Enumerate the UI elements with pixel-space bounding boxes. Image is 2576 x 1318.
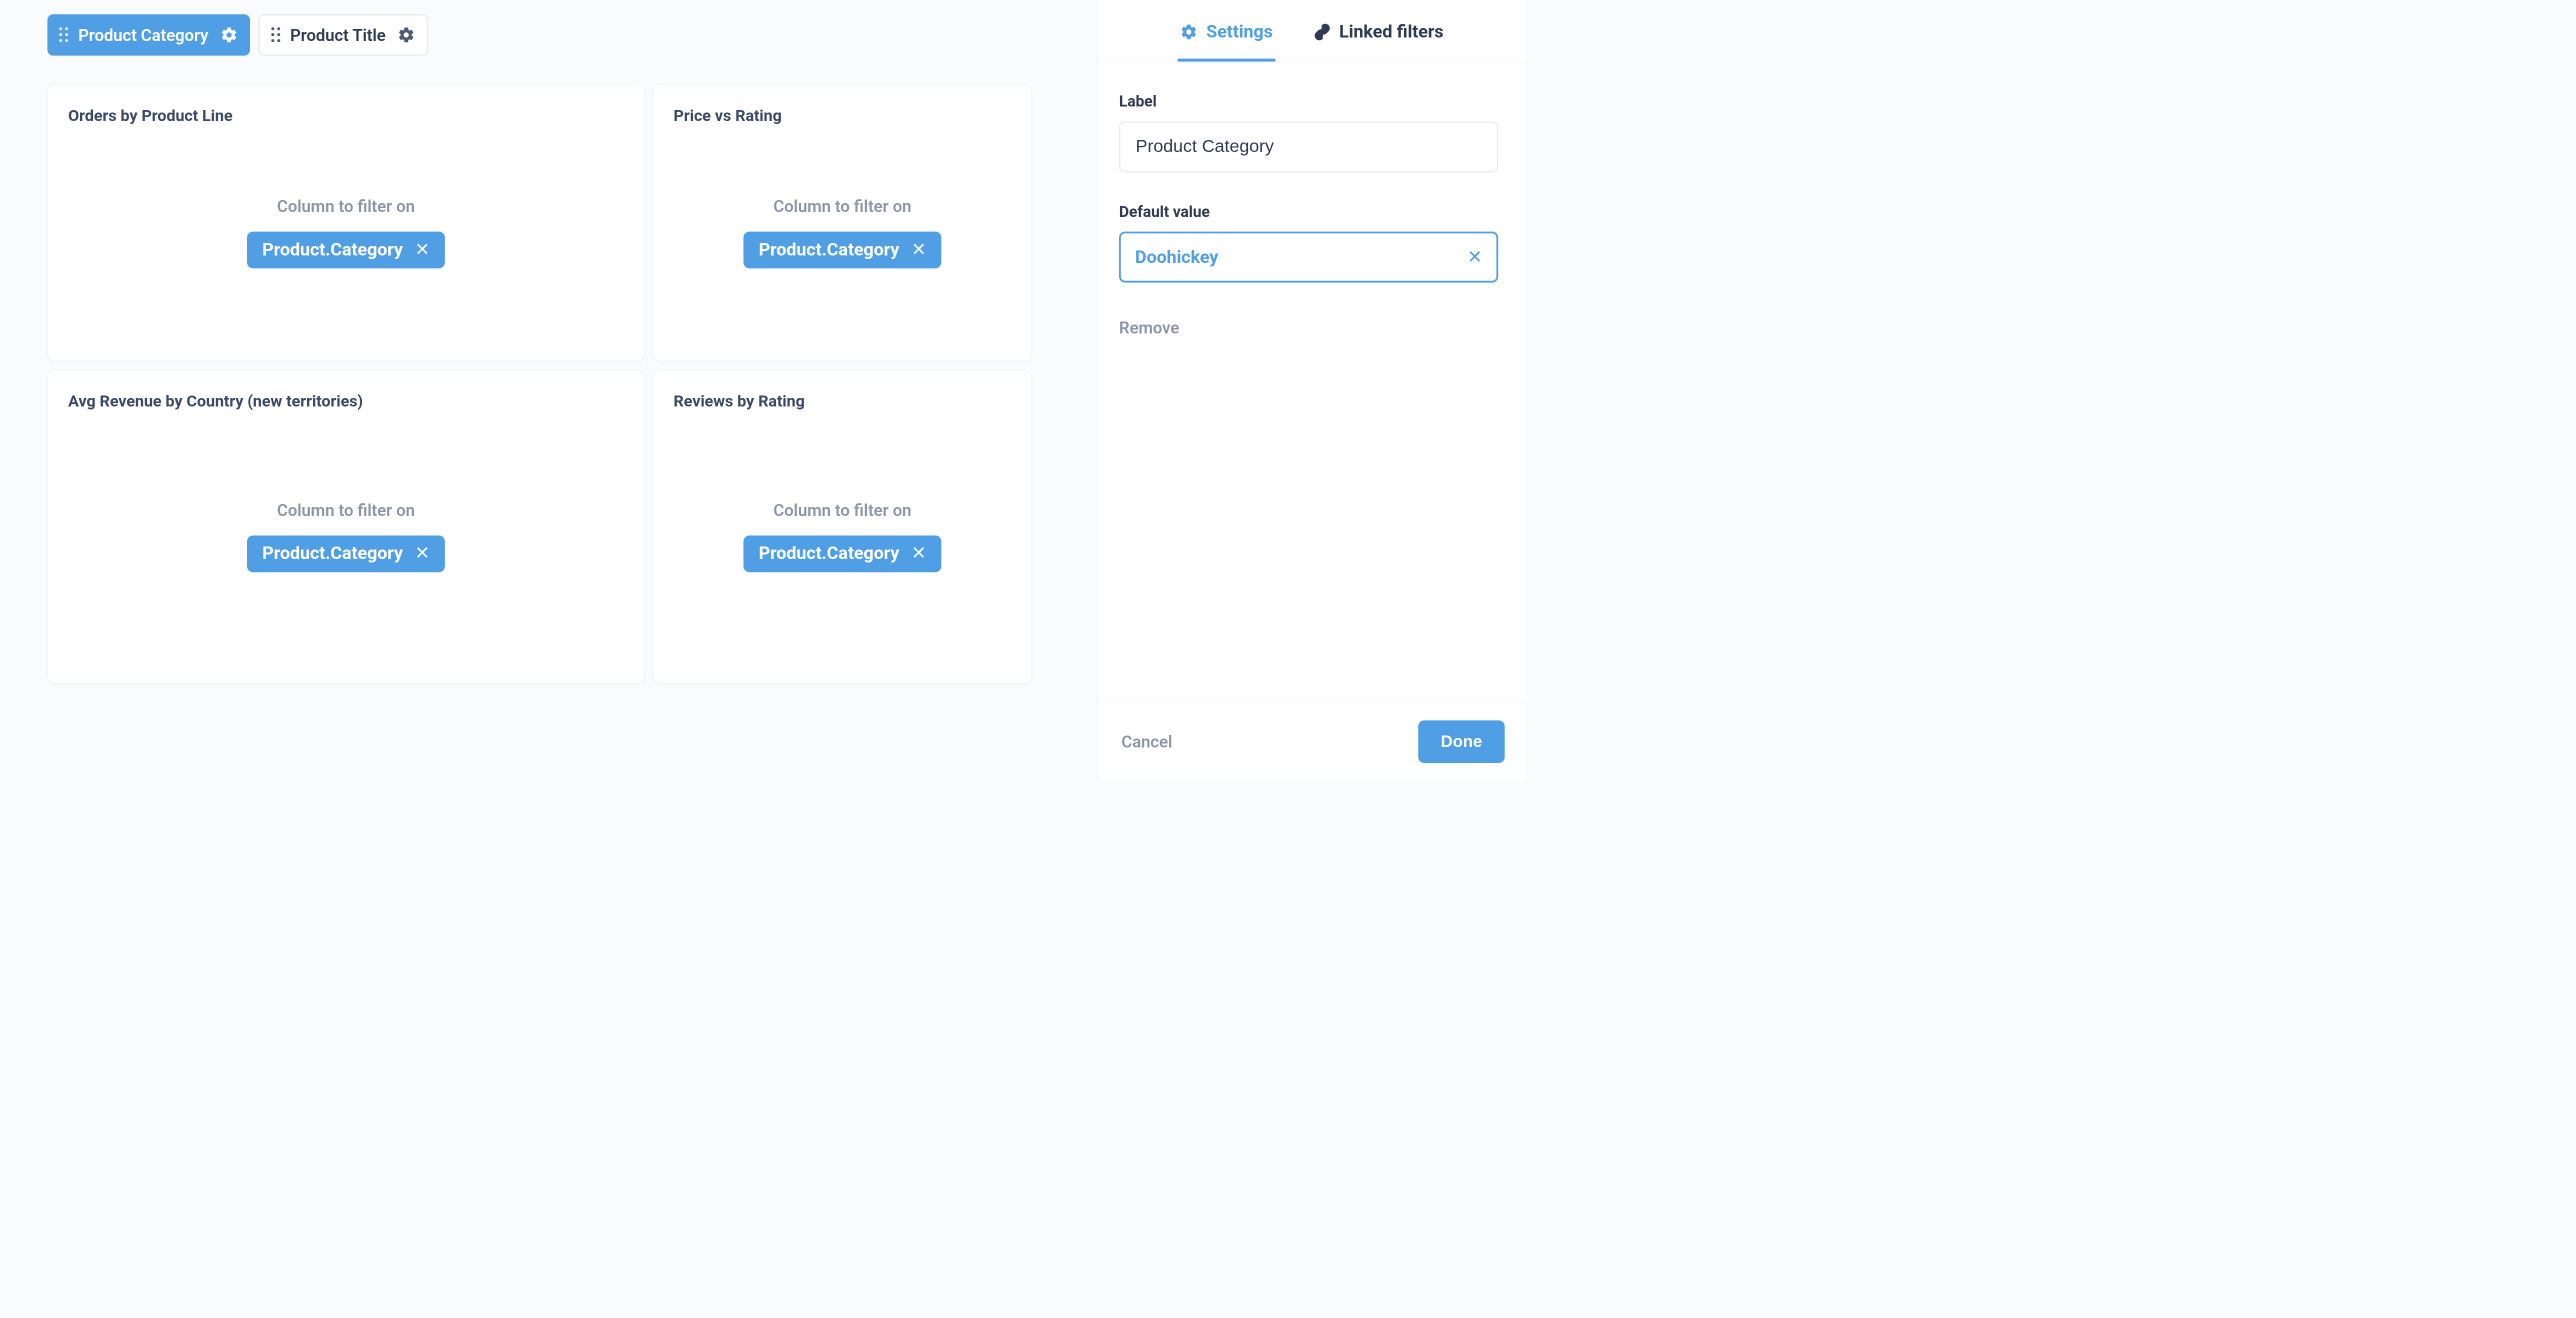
label-field-label: Label bbox=[1119, 93, 1505, 111]
side-panel: Settings Linked filters Label Default va… bbox=[1097, 0, 1526, 781]
filter-column-pill[interactable]: Product.Category ✕ bbox=[743, 535, 941, 572]
default-value-label: Default value bbox=[1119, 203, 1505, 221]
pill-text: Product.Category bbox=[759, 543, 900, 564]
gear-icon bbox=[1180, 23, 1198, 41]
link-icon bbox=[1313, 23, 1331, 41]
pill-text: Product.Category bbox=[759, 239, 900, 260]
remove-button[interactable]: Remove bbox=[1119, 318, 1179, 338]
pill-text: Product.Category bbox=[262, 543, 403, 564]
default-value-token: Doohickey bbox=[1135, 247, 1218, 268]
column-filter-label: Column to filter on bbox=[277, 196, 415, 216]
close-icon[interactable]: ✕ bbox=[911, 545, 926, 563]
pill-text: Product.Category bbox=[262, 239, 403, 260]
card-title: Avg Revenue by Country (new territories) bbox=[68, 392, 624, 411]
card-price-vs-rating: Price vs Rating Column to filter on Prod… bbox=[653, 84, 1032, 361]
card-reviews-by-rating: Reviews by Rating Column to filter on Pr… bbox=[653, 370, 1032, 684]
filter-chip-label: Product Category bbox=[78, 25, 208, 45]
cancel-button[interactable]: Cancel bbox=[1121, 732, 1172, 752]
tab-label: Settings bbox=[1206, 21, 1273, 42]
card-avg-revenue-by-country: Avg Revenue by Country (new territories)… bbox=[47, 370, 644, 684]
close-icon[interactable]: ✕ bbox=[415, 545, 430, 563]
tab-label: Linked filters bbox=[1339, 21, 1443, 42]
filter-column-pill[interactable]: Product.Category ✕ bbox=[743, 231, 941, 268]
panel-footer: Cancel Done bbox=[1098, 702, 1526, 781]
default-value-input[interactable]: Doohickey ✕ bbox=[1119, 232, 1498, 283]
filter-chip-product-title[interactable]: Product Title bbox=[258, 14, 428, 55]
drag-handle-icon[interactable] bbox=[59, 27, 70, 42]
gear-icon[interactable] bbox=[220, 26, 238, 44]
filter-column-pill[interactable]: Product.Category ✕ bbox=[247, 535, 445, 572]
main-area: Product Category Product Title Orders by… bbox=[0, 0, 1097, 781]
panel-body: Label Default value Doohickey ✕ Remove bbox=[1098, 62, 1526, 702]
close-icon[interactable]: ✕ bbox=[1467, 247, 1482, 268]
filter-chip-label: Product Title bbox=[290, 25, 386, 45]
tab-settings[interactable]: Settings bbox=[1178, 9, 1275, 61]
filter-column-pill[interactable]: Product.Category ✕ bbox=[247, 231, 445, 268]
card-orders-by-product-line: Orders by Product Line Column to filter … bbox=[47, 84, 644, 361]
gear-icon[interactable] bbox=[398, 26, 416, 44]
card-title: Price vs Rating bbox=[674, 106, 1012, 125]
column-filter-label: Column to filter on bbox=[277, 500, 415, 520]
close-icon[interactable]: ✕ bbox=[911, 241, 926, 259]
card-title: Reviews by Rating bbox=[674, 392, 1012, 411]
column-filter-label: Column to filter on bbox=[773, 500, 911, 520]
card-title: Orders by Product Line bbox=[68, 106, 624, 125]
label-field-group: Label bbox=[1119, 93, 1505, 172]
cards-grid: Orders by Product Line Column to filter … bbox=[47, 84, 1097, 684]
label-input[interactable] bbox=[1119, 121, 1498, 172]
done-button[interactable]: Done bbox=[1418, 720, 1504, 763]
side-panel-tabs: Settings Linked filters bbox=[1098, 0, 1526, 62]
tab-linked-filters[interactable]: Linked filters bbox=[1311, 9, 1446, 61]
drag-handle-icon[interactable] bbox=[271, 27, 282, 42]
close-icon[interactable]: ✕ bbox=[415, 241, 430, 259]
default-value-field-group: Default value Doohickey ✕ bbox=[1119, 203, 1505, 282]
filters-row: Product Category Product Title bbox=[47, 14, 1097, 55]
filter-chip-product-category[interactable]: Product Category bbox=[47, 14, 249, 55]
column-filter-label: Column to filter on bbox=[773, 196, 911, 216]
